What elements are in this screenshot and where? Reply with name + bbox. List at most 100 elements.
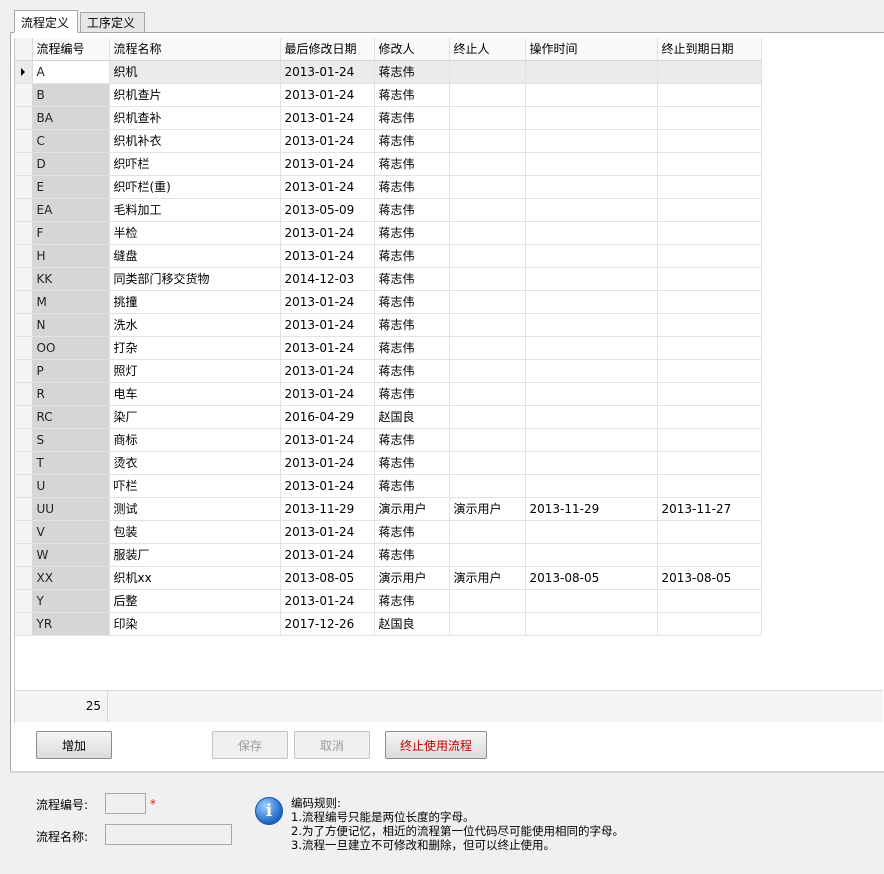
cell-modified-date[interactable]: 2013-01-24 bbox=[280, 543, 375, 567]
cell-name[interactable]: 织机查片 bbox=[109, 83, 281, 107]
cell-operation-time[interactable] bbox=[525, 83, 658, 107]
table-row[interactable]: R 电车 2013-01-24 蒋志伟 bbox=[15, 382, 762, 406]
cell-terminator[interactable] bbox=[449, 520, 526, 544]
row-indicator[interactable] bbox=[15, 198, 33, 222]
cell-modified-date[interactable]: 2013-01-24 bbox=[280, 336, 375, 360]
cell-terminator[interactable] bbox=[449, 83, 526, 107]
cell-name[interactable]: 半检 bbox=[109, 221, 281, 245]
cell-modified-date[interactable]: 2013-01-24 bbox=[280, 382, 375, 406]
cell-terminator[interactable] bbox=[449, 152, 526, 176]
cell-name[interactable]: 印染 bbox=[109, 612, 281, 636]
cell-code[interactable]: Y bbox=[32, 589, 110, 613]
cell-expiry-date[interactable] bbox=[657, 129, 762, 153]
cell-modifier[interactable]: 蒋志伟 bbox=[374, 336, 450, 360]
cell-terminator[interactable]: 演示用户 bbox=[449, 566, 526, 590]
cell-name[interactable]: 同类部门移交货物 bbox=[109, 267, 281, 291]
cell-operation-time[interactable] bbox=[525, 221, 658, 245]
cell-modifier[interactable]: 蒋志伟 bbox=[374, 152, 450, 176]
row-indicator[interactable] bbox=[15, 520, 33, 544]
column-header-code[interactable]: 流程编号 bbox=[32, 38, 110, 61]
column-header-operation-time[interactable]: 操作时间 bbox=[525, 38, 658, 61]
cell-expiry-date[interactable] bbox=[657, 336, 762, 360]
cell-code[interactable]: EA bbox=[32, 198, 110, 222]
cell-expiry-date[interactable] bbox=[657, 520, 762, 544]
cell-name[interactable]: 织吓栏(重) bbox=[109, 175, 281, 199]
table-row[interactable]: YR 印染 2017-12-26 赵国良 bbox=[15, 612, 762, 636]
cell-operation-time[interactable]: 2013-11-29 bbox=[525, 497, 658, 521]
table-row[interactable]: Y 后整 2013-01-24 蒋志伟 bbox=[15, 589, 762, 613]
cell-modifier[interactable]: 蒋志伟 bbox=[374, 221, 450, 245]
cell-modified-date[interactable]: 2013-01-24 bbox=[280, 244, 375, 268]
cell-expiry-date[interactable]: 2013-08-05 bbox=[657, 566, 762, 590]
cell-terminator[interactable] bbox=[449, 589, 526, 613]
cell-modifier[interactable]: 赵国良 bbox=[374, 612, 450, 636]
cell-name[interactable]: 照灯 bbox=[109, 359, 281, 383]
cell-code[interactable]: T bbox=[32, 451, 110, 475]
table-row[interactable]: S 商标 2013-01-24 蒋志伟 bbox=[15, 428, 762, 452]
cell-expiry-date[interactable] bbox=[657, 543, 762, 567]
cell-name[interactable]: 织吓栏 bbox=[109, 152, 281, 176]
column-header-expiry-date[interactable]: 终止到期日期 bbox=[657, 38, 762, 61]
cell-modified-date[interactable]: 2014-12-03 bbox=[280, 267, 375, 291]
table-row[interactable]: RC 染厂 2016-04-29 赵国良 bbox=[15, 405, 762, 429]
cell-expiry-date[interactable] bbox=[657, 474, 762, 498]
cell-modified-date[interactable]: 2013-01-24 bbox=[280, 359, 375, 383]
cell-terminator[interactable] bbox=[449, 336, 526, 360]
cell-terminator[interactable] bbox=[449, 267, 526, 291]
cell-name[interactable]: 商标 bbox=[109, 428, 281, 452]
cell-expiry-date[interactable] bbox=[657, 175, 762, 199]
column-header-modifier[interactable]: 修改人 bbox=[374, 38, 450, 61]
cell-operation-time[interactable] bbox=[525, 313, 658, 337]
cell-name[interactable]: 织机补衣 bbox=[109, 129, 281, 153]
cell-name[interactable]: 洗水 bbox=[109, 313, 281, 337]
cell-modifier[interactable]: 蒋志伟 bbox=[374, 60, 450, 84]
cell-modified-date[interactable]: 2013-01-24 bbox=[280, 451, 375, 475]
cell-modified-date[interactable]: 2013-01-24 bbox=[280, 474, 375, 498]
cell-modifier[interactable]: 演示用户 bbox=[374, 566, 450, 590]
cell-expiry-date[interactable] bbox=[657, 612, 762, 636]
cell-modifier[interactable]: 蒋志伟 bbox=[374, 313, 450, 337]
cell-modified-date[interactable]: 2013-01-24 bbox=[280, 83, 375, 107]
cell-terminator[interactable] bbox=[449, 106, 526, 130]
table-row[interactable]: T 烫衣 2013-01-24 蒋志伟 bbox=[15, 451, 762, 475]
cell-modified-date[interactable]: 2013-01-24 bbox=[280, 290, 375, 314]
cell-modifier[interactable]: 蒋志伟 bbox=[374, 267, 450, 291]
cell-modifier[interactable]: 赵国良 bbox=[374, 405, 450, 429]
cell-terminator[interactable] bbox=[449, 129, 526, 153]
tab-step-definition[interactable]: 工序定义 bbox=[80, 12, 145, 32]
table-row[interactable]: F 半检 2013-01-24 蒋志伟 bbox=[15, 221, 762, 245]
cell-operation-time[interactable] bbox=[525, 405, 658, 429]
row-indicator[interactable] bbox=[15, 566, 33, 590]
cell-code[interactable]: A bbox=[32, 60, 110, 84]
row-indicator[interactable] bbox=[15, 382, 33, 406]
cell-code[interactable]: B bbox=[32, 83, 110, 107]
cell-code[interactable]: V bbox=[32, 520, 110, 544]
row-indicator[interactable] bbox=[15, 152, 33, 176]
cell-name[interactable]: 后整 bbox=[109, 589, 281, 613]
cell-terminator[interactable] bbox=[449, 198, 526, 222]
cell-modifier[interactable]: 蒋志伟 bbox=[374, 428, 450, 452]
row-indicator[interactable] bbox=[15, 60, 33, 84]
cell-expiry-date[interactable] bbox=[657, 83, 762, 107]
cell-name[interactable]: 电车 bbox=[109, 382, 281, 406]
table-row[interactable]: V 包装 2013-01-24 蒋志伟 bbox=[15, 520, 762, 544]
cell-modified-date[interactable]: 2016-04-29 bbox=[280, 405, 375, 429]
row-indicator[interactable] bbox=[15, 543, 33, 567]
cell-code[interactable]: P bbox=[32, 359, 110, 383]
cell-modified-date[interactable]: 2013-11-29 bbox=[280, 497, 375, 521]
table-row[interactable]: D 织吓栏 2013-01-24 蒋志伟 bbox=[15, 152, 762, 176]
cell-modified-date[interactable]: 2013-01-24 bbox=[280, 589, 375, 613]
cell-operation-time[interactable] bbox=[525, 198, 658, 222]
cell-operation-time[interactable] bbox=[525, 152, 658, 176]
cell-code[interactable]: H bbox=[32, 244, 110, 268]
cell-code[interactable]: KK bbox=[32, 267, 110, 291]
cell-operation-time[interactable] bbox=[525, 474, 658, 498]
cell-operation-time[interactable] bbox=[525, 129, 658, 153]
cell-name[interactable]: 挑撞 bbox=[109, 290, 281, 314]
cell-modifier[interactable]: 蒋志伟 bbox=[374, 359, 450, 383]
column-header-modified-date[interactable]: 最后修改日期 bbox=[280, 38, 375, 61]
cell-terminator[interactable] bbox=[449, 612, 526, 636]
cell-modified-date[interactable]: 2013-05-09 bbox=[280, 198, 375, 222]
cell-expiry-date[interactable] bbox=[657, 221, 762, 245]
save-button[interactable]: 保存 bbox=[212, 731, 288, 759]
